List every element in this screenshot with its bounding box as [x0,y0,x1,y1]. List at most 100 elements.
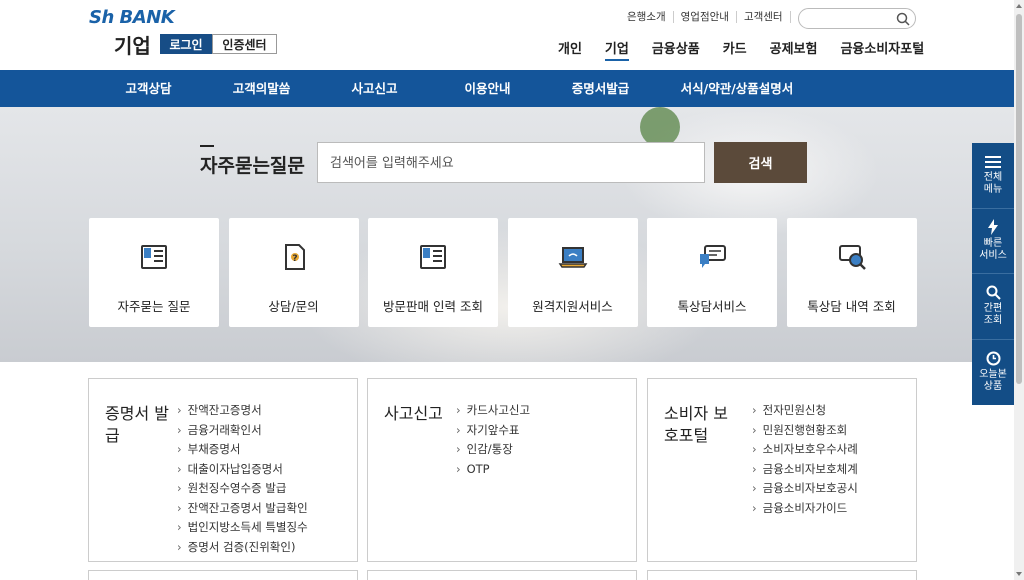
box-next-row [367,570,637,580]
faq-search-input[interactable]: 검색어를 입력해주세요 [317,142,705,183]
hero-section: 자주묻는질문 검색어를 입력해주세요 검색 자주묻는 질문 ? 상담/문의 방문… [0,107,1014,362]
card-visit-sales[interactable]: 방문판매 인력 조회 [368,218,498,327]
faq-title: 자주묻는질문 [200,145,305,178]
list-item[interactable]: 자기앞수표 [456,421,530,441]
search-icon [986,285,1001,300]
card-label: 상담/문의 [268,299,319,314]
card-talk-consult[interactable]: 톡상담서비스 [647,218,777,327]
util-link-customer-center[interactable]: 고객센터 [737,11,791,23]
page-scrollbar[interactable] [1014,0,1024,580]
subnav-forms[interactable]: 서식/약관/상품설명서 [657,70,817,107]
gnb-consumer-portal[interactable]: 금융소비자포털 [840,38,924,61]
list-item[interactable]: 잔액잔고증명서 [177,401,308,421]
gnb-insurance[interactable]: 공제보험 [770,38,818,61]
list-item[interactable]: 인감/통장 [456,440,530,460]
service-cards: 자주묻는 질문 ? 상담/문의 방문판매 인력 조회 원격지원서비스 톡상담서비… [89,218,926,327]
util-link-bank-intro[interactable]: 은행소개 [620,11,674,23]
list-item[interactable]: 민원진행현황조회 [752,421,858,441]
chat-search-icon [838,245,866,270]
list-book-icon [420,245,446,269]
list-item[interactable]: 잔액잔고증명서 발급확인 [177,499,308,519]
subnav-voice[interactable]: 고객의말씀 [205,70,318,107]
subnav-guide[interactable]: 이용안내 [431,70,544,107]
card-talk-history[interactable]: 톡상담 내역 조회 [786,218,917,327]
quick-menu: 전체 메뉴 빠른 서비스 간편 조회 오늘본 상품 [972,143,1014,405]
gnb-financial-products[interactable]: 금융상품 [652,38,700,61]
quick-fast-service[interactable]: 빠른 서비스 [972,209,1014,274]
list-item[interactable]: 금융소비자가이드 [752,499,858,519]
scroll-down-arrow-icon[interactable] [1016,572,1022,576]
list-item[interactable]: 카드사고신고 [456,401,530,421]
list-item[interactable]: 금융소비자보호체계 [752,460,858,480]
box-accident-report: 사고신고 카드사고신고 자기앞수표 인감/통장 OTP [367,378,637,562]
sub-nav: 고객상담 고객의말씀 사고신고 이용안내 증명서발급 서식/약관/상품설명서 [0,70,1014,107]
list-item[interactable]: 원천징수영수증 발급 [177,479,308,499]
list-item[interactable]: 증명서 검증(진위확인) [177,538,308,558]
list-item[interactable]: 금융소비자보호공시 [752,479,858,499]
logo-subtitle: 기업 [114,34,151,58]
list-item[interactable]: OTP [456,460,530,480]
quick-label: 전체 [983,171,1003,183]
util-links: 은행소개 영업점안내 고객센터 [620,11,791,23]
box-next-row [647,570,917,580]
quick-label: 조회 [983,315,1003,327]
quick-simple-lookup[interactable]: 간편 조회 [972,274,1014,340]
gnb-personal[interactable]: 개인 [558,38,582,61]
scroll-up-arrow-icon[interactable] [1016,4,1022,8]
list-item[interactable]: 금융거래확인서 [177,421,308,441]
chat-icon [700,245,726,268]
box-title: 사고신고 [384,404,443,423]
quick-label: 서비스 [979,250,1007,262]
card-label: 방문판매 인력 조회 [383,299,483,314]
global-nav: 개인 기업 금융상품 카드 공제보험 금융소비자포털 [558,38,947,61]
faq-search-button[interactable]: 검색 [714,142,807,183]
question-doc-icon: ? [284,244,305,270]
list-item[interactable]: 대출이자납입증명서 [177,460,308,480]
list-item[interactable]: 법인지방소득세 특별징수 [177,518,308,538]
box-certificate: 증명서 발급 잔액잔고증명서 금융거래확인서 부채증명서 대출이자납입증명서 원… [88,378,358,562]
login-button[interactable]: 로그인 [160,34,212,54]
clock-icon [986,351,1000,366]
gnb-corporate[interactable]: 기업 [604,38,629,61]
hero-bg-decor [640,107,680,147]
box-list: 전자민원신청 민원진행현황조회 소비자보호우수사례 금융소비자보호체계 금융소비… [752,401,858,518]
faq-book-icon [141,245,167,269]
card-label: 톡상담서비스 [677,299,747,314]
quick-label: 상품 [983,381,1003,393]
search-icon[interactable] [896,12,910,26]
box-list: 잔액잔고증명서 금융거래확인서 부채증명서 대출이자납입증명서 원천징수영수증 … [177,401,308,557]
box-consumer-portal: 소비자 보호포털 전자민원신청 민원진행현황조회 소비자보호우수사례 금융소비자… [647,378,917,562]
subnav-certificate[interactable]: 증명서발급 [544,70,657,107]
quick-recent-products[interactable]: 오늘본 상품 [972,340,1014,406]
util-link-branch[interactable]: 영업점안내 [674,11,737,23]
list-item[interactable]: 전자민원신청 [752,401,858,421]
hamburger-icon [985,155,1001,168]
quick-label: 오늘본 [979,369,1007,381]
card-label: 톡상담 내역 조회 [807,299,896,314]
sh-bank-logo[interactable]: Sh BANK [89,7,175,28]
subnav-accident[interactable]: 사고신고 [318,70,431,107]
laptop-icon [558,247,587,268]
card-faq[interactable]: 자주묻는 질문 [89,218,219,327]
quick-label: 간편 [983,303,1003,315]
scrollbar-thumb[interactable] [1016,14,1022,384]
list-item[interactable]: 부채증명서 [177,440,308,460]
box-next-row [88,570,358,580]
subnav-consult[interactable]: 고객상담 [92,70,205,107]
box-title: 증명서 발급 [105,404,169,445]
svg-text:?: ? [292,254,297,264]
lightning-icon [988,219,998,236]
quick-label: 메뉴 [983,183,1003,195]
quick-all-menu[interactable]: 전체 메뉴 [972,143,1014,209]
quick-label: 빠른 [983,238,1003,250]
cert-center-button[interactable]: 인증센터 [212,34,277,54]
box-list: 카드사고신고 자기앞수표 인감/통장 OTP [456,401,530,479]
card-consult[interactable]: ? 상담/문의 [228,218,359,327]
card-label: 원격지원서비스 [532,299,613,314]
gnb-card[interactable]: 카드 [723,38,747,61]
list-item[interactable]: 소비자보호우수사례 [752,440,858,460]
card-label: 자주묻는 질문 [117,299,191,314]
top-search-input[interactable] [798,8,916,29]
header: Sh BANK 기업 로그인 인증센터 은행소개 영업점안내 고객센터 개인 기… [0,0,1014,70]
card-remote-support[interactable]: 원격지원서비스 [507,218,638,327]
